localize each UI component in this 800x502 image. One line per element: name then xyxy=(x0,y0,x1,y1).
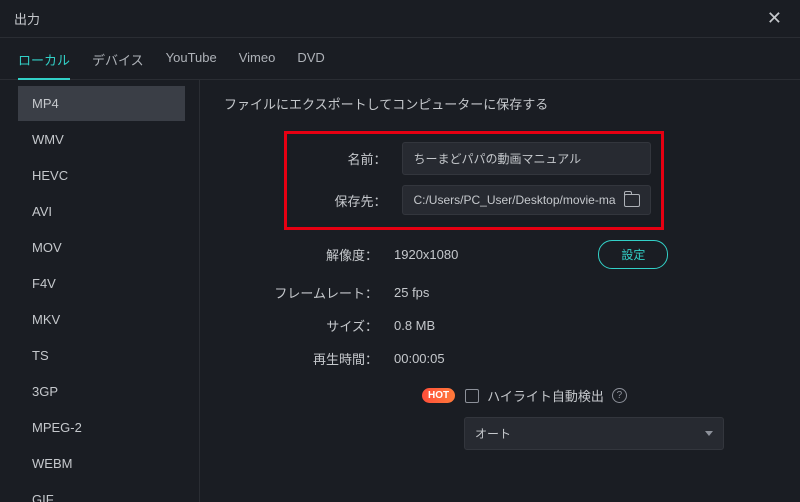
help-icon[interactable]: ? xyxy=(612,388,627,403)
dest-input[interactable]: C:/Users/PC_User/Desktop/movie-manual.f xyxy=(402,185,651,215)
resolution-value: 1920x1080 xyxy=(394,247,458,262)
format-gif[interactable]: GIF xyxy=(18,482,185,502)
resolution-label: 解像度： xyxy=(224,245,394,264)
name-label: 名前： xyxy=(297,149,402,168)
dest-label: 保存先： xyxy=(297,191,402,210)
section-title: ファイルにエクスポートしてコンピューターに保存する xyxy=(224,94,770,113)
format-mkv[interactable]: MKV xyxy=(18,302,185,337)
body: MP4 WMV HEVC AVI MOV F4V MKV TS 3GP MPEG… xyxy=(0,80,800,502)
auto-detect-label: ハイライト自動検出 xyxy=(487,386,604,405)
format-ts[interactable]: TS xyxy=(18,338,185,373)
row-dest: 保存先： C:/Users/PC_User/Desktop/movie-manu… xyxy=(297,185,651,215)
size-label: サイズ： xyxy=(224,316,394,335)
format-webm[interactable]: WEBM xyxy=(18,446,185,481)
row-resolution: 解像度： 1920x1080 設定 xyxy=(224,240,770,269)
name-input[interactable]: ちーまどパパの動画マニュアル xyxy=(402,142,651,175)
duration-label: 再生時間： xyxy=(224,349,394,368)
folder-icon[interactable] xyxy=(624,194,640,207)
duration-value: 00:00:05 xyxy=(394,351,445,366)
highlight-box: 名前： ちーまどパパの動画マニュアル 保存先： C:/Users/PC_User… xyxy=(284,131,664,230)
format-mov[interactable]: MOV xyxy=(18,230,185,265)
format-list: MP4 WMV HEVC AVI MOV F4V MKV TS 3GP MPEG… xyxy=(0,80,200,502)
close-icon[interactable]: ✕ xyxy=(763,8,786,29)
window-title: 出力 xyxy=(14,9,40,28)
tab-device[interactable]: デバイス xyxy=(92,50,144,79)
auto-detect-checkbox[interactable] xyxy=(465,389,479,403)
format-wmv[interactable]: WMV xyxy=(18,122,185,157)
hot-badge: HOT xyxy=(422,388,455,403)
chevron-down-icon xyxy=(705,431,713,436)
auto-detect-select[interactable]: オート xyxy=(464,417,724,450)
size-value: 0.8 MB xyxy=(394,318,435,333)
framerate-value: 25 fps xyxy=(394,285,429,300)
framerate-label: フレームレート： xyxy=(224,283,394,302)
row-size: サイズ： 0.8 MB xyxy=(224,316,770,335)
settings-button[interactable]: 設定 xyxy=(598,240,668,269)
tab-youtube[interactable]: YouTube xyxy=(166,50,217,79)
row-duration: 再生時間： 00:00:05 xyxy=(224,349,770,368)
format-avi[interactable]: AVI xyxy=(18,194,185,229)
row-name: 名前： ちーまどパパの動画マニュアル xyxy=(297,142,651,175)
row-auto-detect: HOT ハイライト自動検出 ? xyxy=(224,386,770,405)
tab-vimeo[interactable]: Vimeo xyxy=(239,50,276,79)
format-mpeg2[interactable]: MPEG-2 xyxy=(18,410,185,445)
main-panel: ファイルにエクスポートしてコンピューターに保存する 名前： ちーまどパパの動画マ… xyxy=(200,80,800,502)
format-3gp[interactable]: 3GP xyxy=(18,374,185,409)
row-select: オート xyxy=(224,417,770,450)
select-value: オート xyxy=(475,425,511,442)
format-mp4[interactable]: MP4 xyxy=(18,86,185,121)
tabs: ローカル デバイス YouTube Vimeo DVD xyxy=(0,38,800,80)
tab-dvd[interactable]: DVD xyxy=(297,50,324,79)
format-hevc[interactable]: HEVC xyxy=(18,158,185,193)
row-framerate: フレームレート： 25 fps xyxy=(224,283,770,302)
tab-local[interactable]: ローカル xyxy=(18,50,70,79)
name-value: ちーまどパパの動画マニュアル xyxy=(413,152,581,166)
titlebar: 出力 ✕ xyxy=(0,0,800,38)
format-f4v[interactable]: F4V xyxy=(18,266,185,301)
dest-value: C:/Users/PC_User/Desktop/movie-manual.f xyxy=(413,193,616,207)
